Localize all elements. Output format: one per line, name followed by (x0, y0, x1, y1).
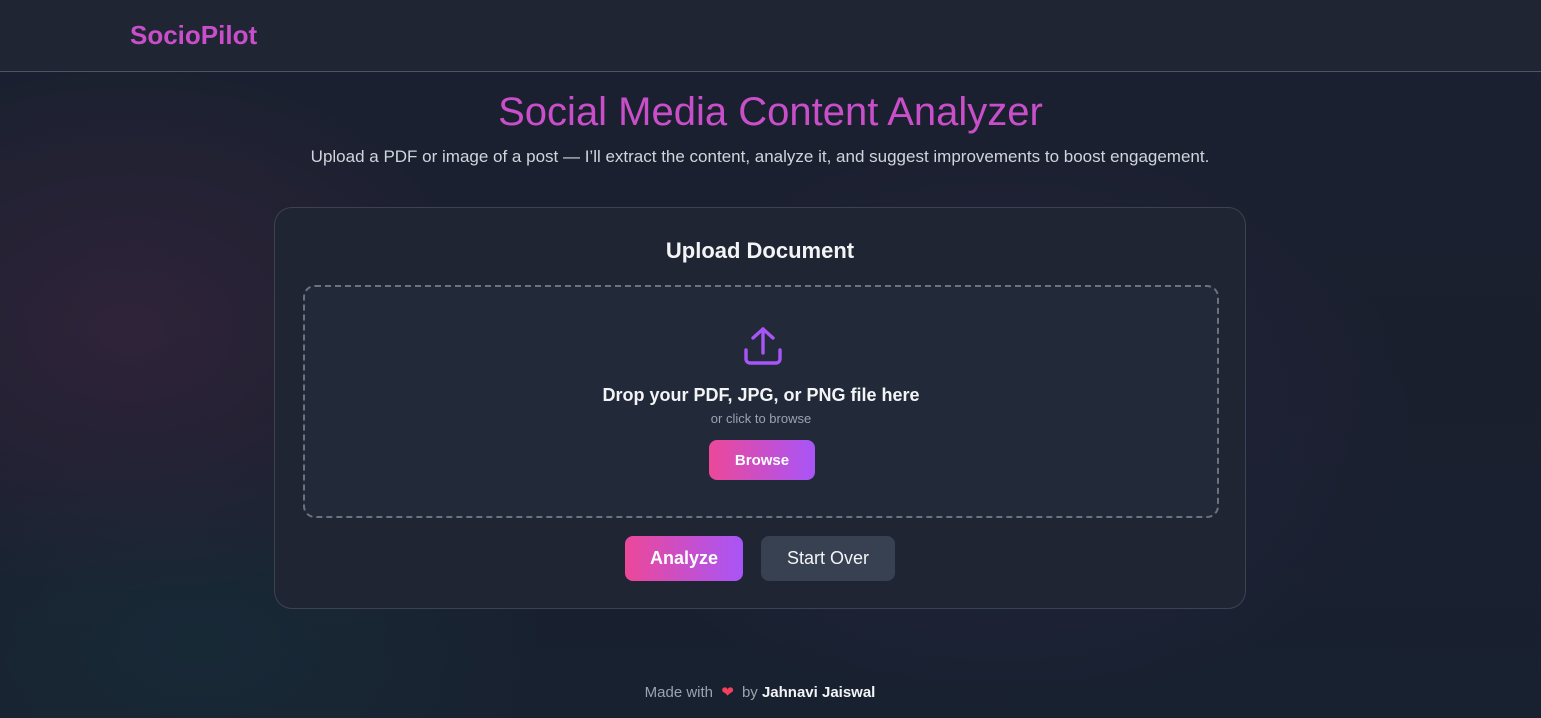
page-title: Social Media Content Analyzer (498, 90, 1043, 134)
analyze-button[interactable]: Analyze (625, 536, 743, 581)
dropzone-primary-text: Drop your PDF, JPG, or PNG file here (602, 385, 920, 405)
navbar: SocioPilot (0, 0, 1541, 72)
upload-card-title: Upload Document (665, 238, 855, 263)
footer-author: Jahnavi Jaiswal (761, 684, 876, 701)
upload-card: Upload Document Drop your PDF, JPG, or P… (274, 207, 1246, 609)
page-subtitle: Upload a PDF or image of a post — I’ll e… (310, 147, 1210, 166)
browse-button[interactable]: Browse (709, 440, 815, 480)
footer: Made with ❤ by Jahnavi Jaiswal (0, 683, 1520, 701)
file-dropzone[interactable]: Drop your PDF, JPG, or PNG file here or … (303, 285, 1219, 518)
heart-icon: ❤ (721, 684, 734, 701)
start-over-button[interactable]: Start Over (761, 536, 895, 581)
footer-by: by (741, 684, 758, 701)
footer-made-with: Made with (644, 684, 714, 701)
dropzone-secondary-text: or click to browse (710, 411, 812, 426)
brand-logo[interactable]: SocioPilot (130, 20, 257, 51)
upload-icon (744, 327, 782, 365)
